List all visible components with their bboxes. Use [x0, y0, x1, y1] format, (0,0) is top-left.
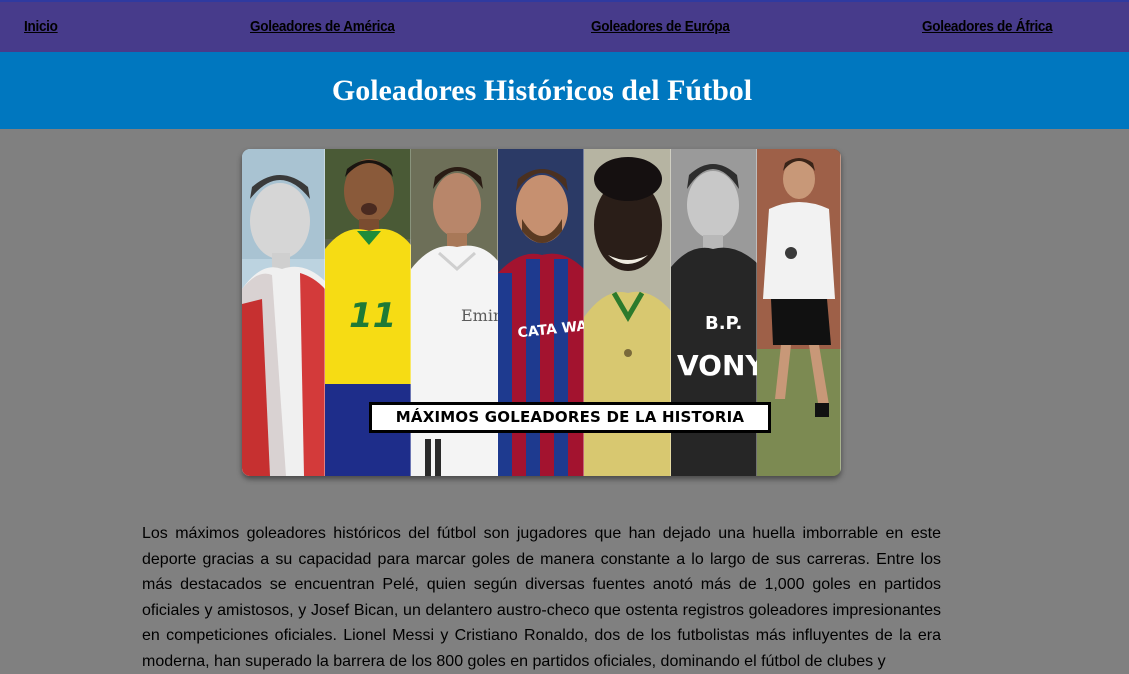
nav-link-america[interactable]: Goleadores de América — [250, 18, 395, 35]
nav-link-africa[interactable]: Goleadores de África — [922, 18, 1053, 35]
jersey-sponsor-text: Emir — [461, 306, 498, 325]
hero-header: Goleadores Históricos del Fútbol — [0, 52, 1129, 129]
page-title: Goleadores Históricos del Fútbol — [331, 74, 753, 107]
jersey-letters-bp: B.P. — [705, 313, 742, 334]
banner-caption-box: MÁXIMOS GOLEADORES DE LA HISTORIA — [369, 402, 771, 433]
bican-portrait-graphic — [242, 149, 325, 476]
top-navigation: Inicio Goleadores de América Goleadores … — [0, 0, 1129, 52]
jersey-number-11: 11 — [349, 296, 396, 336]
nav-link-europa[interactable]: Goleadores de Európa — [591, 18, 730, 35]
banner-panel-bican — [242, 149, 325, 476]
scorers-banner-image: 11 Emir CATA WAY B.P. VONY MÁXIMOS GOLEA… — [242, 149, 841, 476]
nav-link-inicio[interactable]: Inicio — [24, 18, 58, 35]
jersey-letters-vonyv: VONYV — [677, 349, 757, 382]
banner-caption: MÁXIMOS GOLEADORES DE LA HISTORIA — [395, 408, 745, 426]
article-paragraph: Los máximos goleadores históricos del fú… — [142, 525, 941, 670]
